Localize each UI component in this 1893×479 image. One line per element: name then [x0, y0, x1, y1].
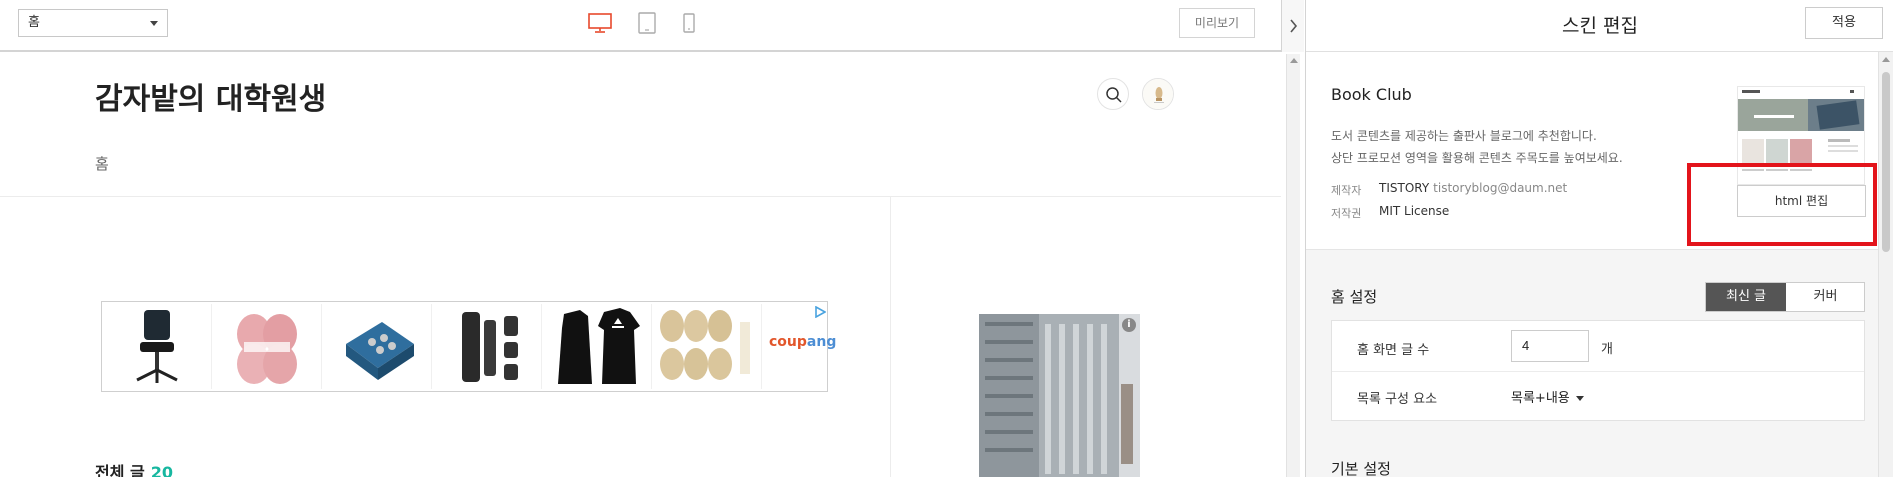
skin-thumbnail: [1737, 86, 1865, 185]
chevron-right-icon: [1290, 19, 1298, 33]
page-select[interactable]: 홈: [18, 9, 168, 37]
list-components-select[interactable]: 목록+내용: [1511, 387, 1584, 406]
sidebar-divider: [890, 197, 891, 477]
ad-item-yarn[interactable]: [214, 304, 322, 389]
tablet-icon[interactable]: [637, 12, 657, 38]
post-count-input[interactable]: 4: [1511, 330, 1589, 362]
skin-name: Book Club: [1331, 85, 1412, 104]
html-edit-button[interactable]: html 편집: [1737, 185, 1866, 217]
row-divider: [1332, 371, 1864, 372]
skin-description-line: 도서 콘텐츠를 제공하는 출판사 블로그에 추천합니다.: [1331, 129, 1597, 143]
scroll-up-arrow-icon[interactable]: [1882, 57, 1890, 62]
ad-banner[interactable]: coupang: [101, 301, 836, 392]
mobile-icon[interactable]: [682, 12, 696, 38]
all-posts-heading[interactable]: 전체 글 20: [95, 459, 173, 477]
list-components-label: 목록 구성 요소: [1357, 392, 1438, 407]
tab-cover[interactable]: 커버: [1786, 283, 1865, 311]
ad-info-icon[interactable]: i: [1122, 318, 1136, 332]
panel-toggle[interactable]: [1281, 0, 1304, 52]
apply-button[interactable]: 적용: [1805, 7, 1883, 39]
home-settings-title: 홈 설정: [1331, 288, 1378, 306]
post-count-unit: 개: [1601, 342, 1613, 357]
panel-header: 스킨 편집 적용: [1306, 0, 1893, 52]
sidebar-ad-image[interactable]: i: [979, 314, 1140, 477]
scrollbar-thumb[interactable]: [1882, 72, 1890, 252]
home-settings-box: 홈 화면 글 수 4 개 목록 구성 요소 목록+내용: [1331, 320, 1865, 421]
blog-title[interactable]: 감자밭의 대학원생: [95, 74, 326, 118]
ad-item-yarn-cream[interactable]: [654, 304, 762, 389]
search-icon: [1106, 87, 1122, 103]
panel-scrollbar[interactable]: [1878, 52, 1893, 477]
blog-preview: 감자밭의 대학원생 홈 coupang i 전체 글 20: [0, 54, 1281, 477]
home-layout-toggle: 최신 글 커버: [1705, 282, 1865, 312]
post-count-label: 홈 화면 글 수: [1357, 343, 1430, 358]
ad-item-chair[interactable]: [104, 304, 212, 389]
ad-item-dress[interactable]: [544, 304, 652, 389]
page-select-value: 홈: [28, 15, 40, 30]
list-components-value: 목록+내용: [1511, 391, 1570, 406]
author-label: 제작자: [1331, 184, 1362, 197]
editor-area: 홈 미리보기 감자밭의 대학원생 홈 coupang i 전체 글 20: [0, 0, 1304, 477]
skin-description: 도서 콘텐츠를 제공하는 출판사 블로그에 추천합니다. 상단 프로모션 영역을…: [1331, 125, 1623, 169]
all-posts-count: 20: [150, 463, 173, 477]
editor-toolbar: 홈 미리보기: [0, 0, 1281, 52]
scroll-up-arrow-icon[interactable]: [1290, 58, 1298, 63]
author-name: TISTORY: [1379, 181, 1430, 195]
all-posts-label: 전체 글: [95, 463, 145, 477]
nav-home-link[interactable]: 홈: [95, 153, 109, 174]
author-value: TISTORY tistoryblog@daum.net: [1379, 181, 1567, 195]
skin-edit-panel: 스킨 편집 적용 Book Club 도서 콘텐츠를 제공하는 출판사 블로그에…: [1305, 0, 1893, 478]
skin-description-line: 상단 프로모션 영역을 활용해 콘텐츠 주목도를 높여보세요.: [1331, 151, 1623, 165]
tab-latest-posts[interactable]: 최신 글: [1706, 283, 1786, 311]
preview-scrollbar[interactable]: [1286, 54, 1300, 477]
ad-choices-icon[interactable]: [814, 306, 826, 318]
header-divider: [0, 196, 1281, 197]
ad-item-brace[interactable]: [434, 304, 542, 389]
skin-info-card: Book Club 도서 콘텐츠를 제공하는 출판사 블로그에 추천합니다. 상…: [1306, 52, 1883, 250]
preview-button[interactable]: 미리보기: [1179, 8, 1255, 38]
license-label: 저작권: [1331, 207, 1362, 220]
author-email: tistoryblog@daum.net: [1433, 181, 1568, 195]
basic-settings-title: 기본 설정: [1331, 460, 1391, 478]
chevron-down-icon: [1575, 396, 1584, 401]
desktop-icon[interactable]: [587, 12, 613, 38]
ad-brand-logo[interactable]: coupang: [769, 334, 836, 350]
chevron-down-icon: [150, 21, 158, 26]
license-value: MIT License: [1379, 204, 1450, 218]
avatar[interactable]: [1142, 78, 1174, 110]
search-button[interactable]: [1097, 78, 1129, 110]
ad-item-weights[interactable]: [324, 304, 432, 389]
